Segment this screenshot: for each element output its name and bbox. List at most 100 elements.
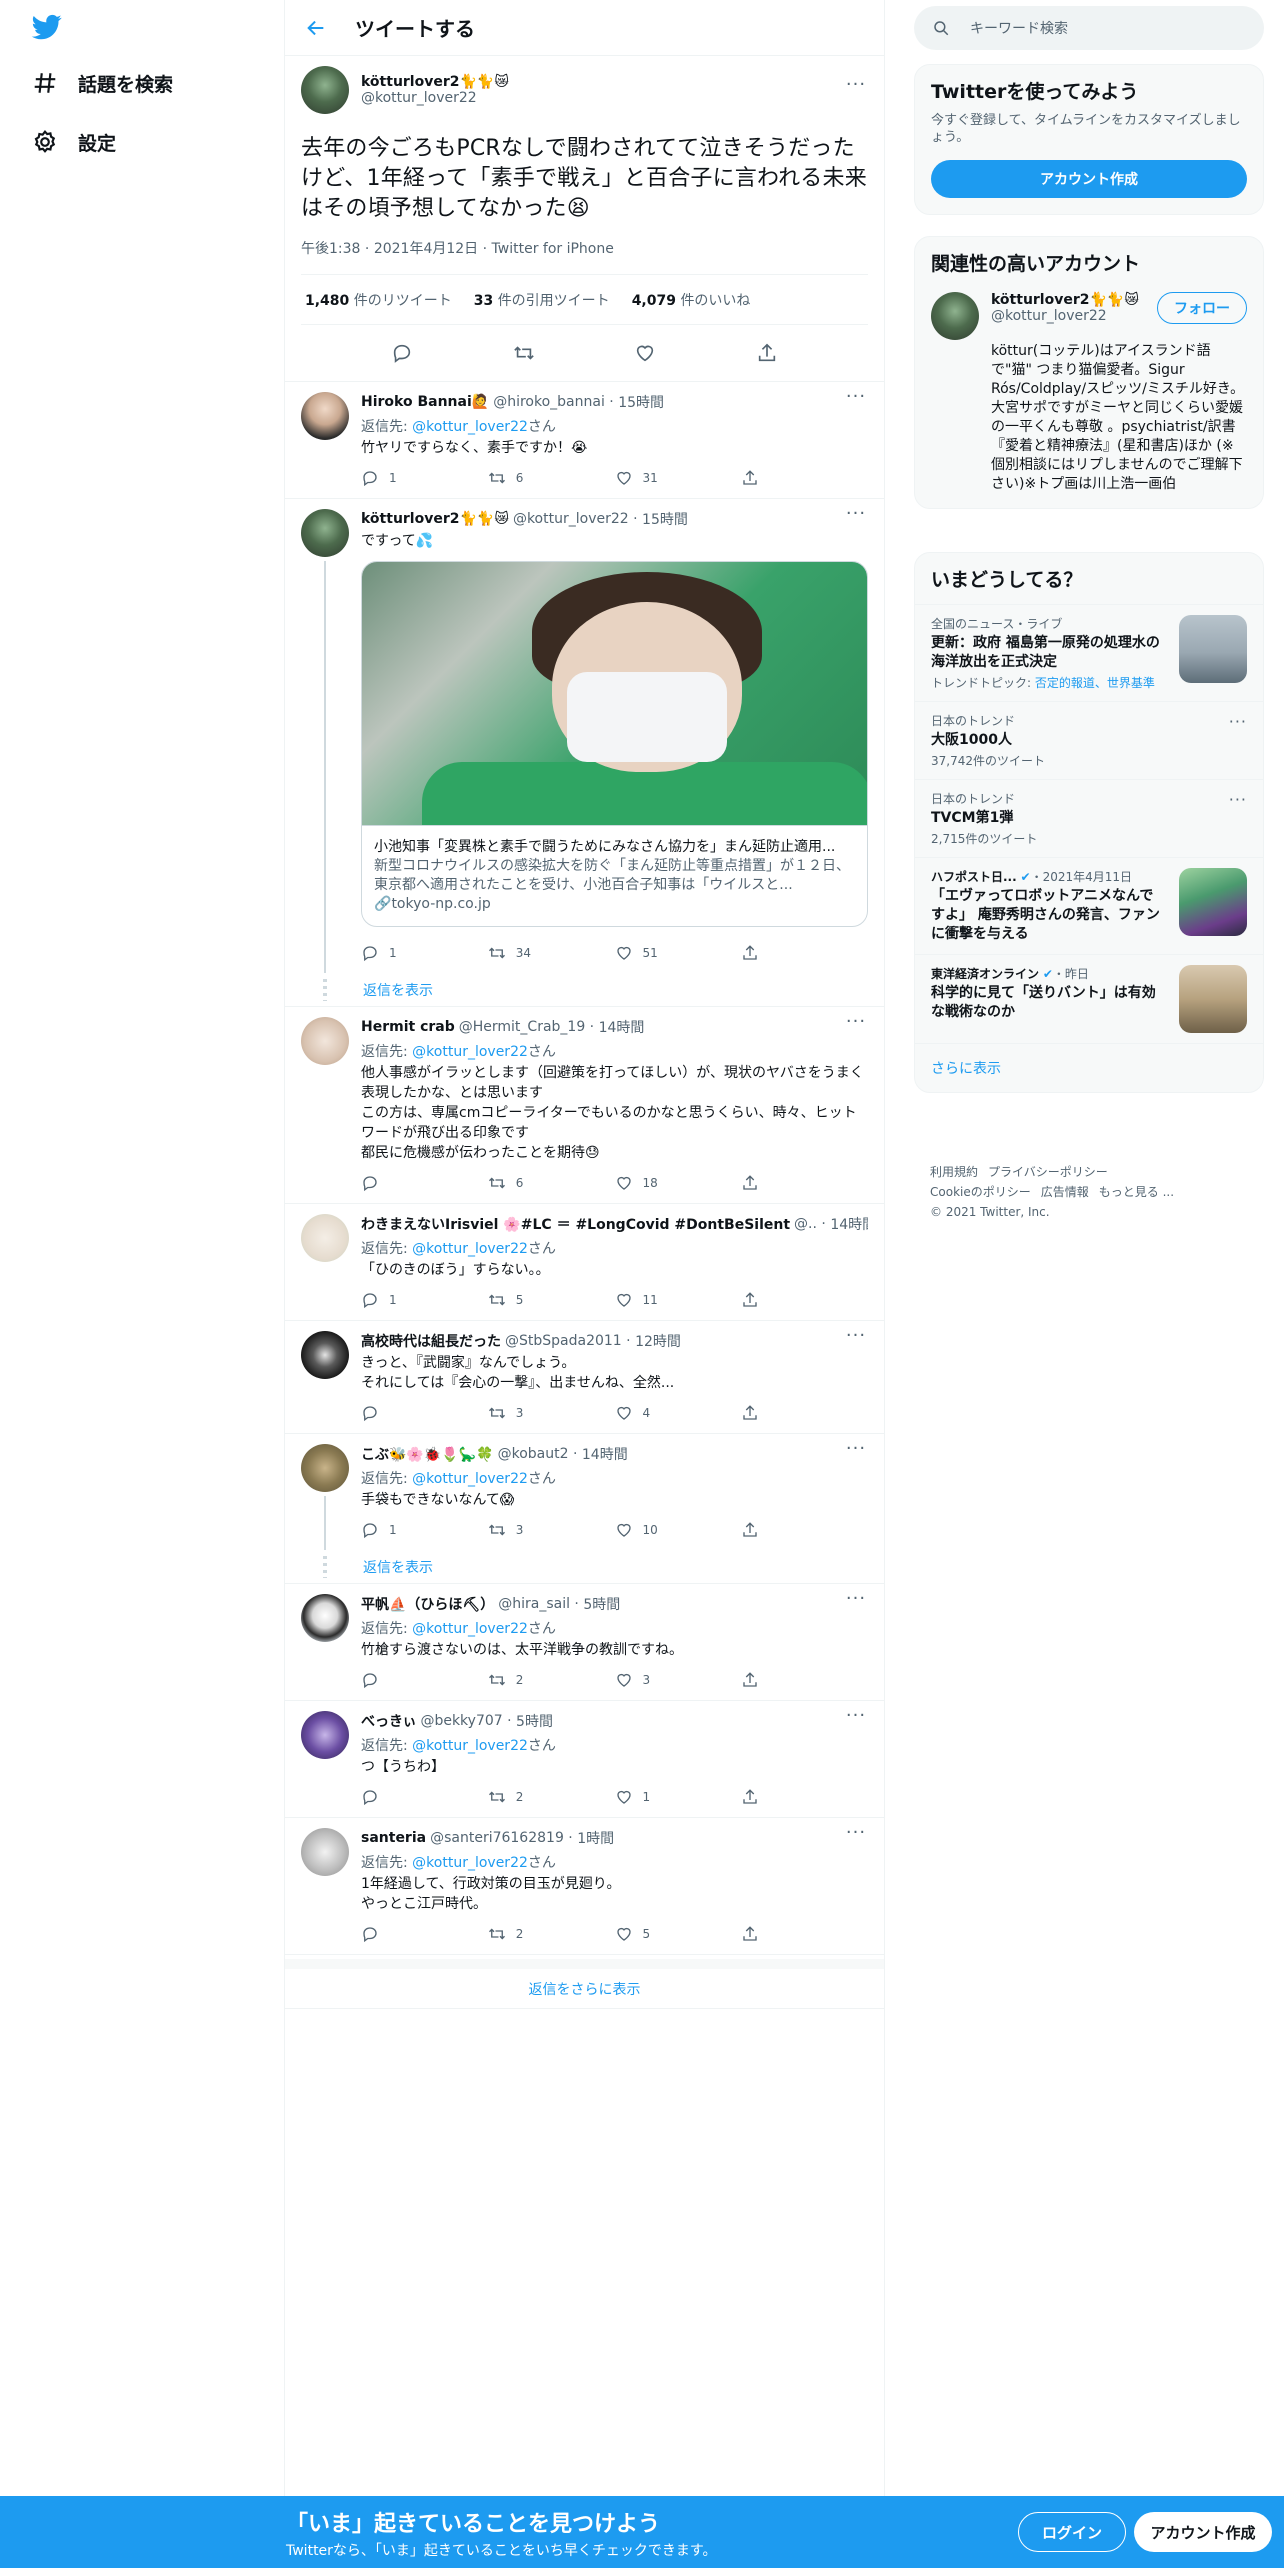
trend-item[interactable]: 全国のニュース・ライブ 更新：政府 福島第一原発の処理水の海洋放出を正式決定 ト… (915, 604, 1263, 701)
reply-button[interactable]: 1 (361, 1291, 488, 1309)
author-name[interactable]: Hiroko Bannai🙋 (361, 394, 489, 410)
footer-link[interactable]: Cookieのポリシー (930, 1185, 1031, 1199)
author-name[interactable]: こぶ🐝🌸🐞🌷🦕🍀 (361, 1444, 494, 1464)
author-handle[interactable]: @kottur_lover22 (361, 90, 509, 106)
avatar[interactable] (301, 66, 349, 114)
author-handle[interactable]: @hira_sail (498, 1596, 570, 1612)
avatar[interactable] (301, 1594, 349, 1642)
author-name[interactable]: べっきぃ (361, 1711, 416, 1731)
retweet-button[interactable]: 2 (488, 1788, 615, 1806)
author-name[interactable]: kötturlover2🐈🐈😿 (361, 74, 509, 90)
share-button[interactable] (741, 1404, 868, 1422)
author-name[interactable]: kötturlover2🐈🐈😿 (361, 511, 509, 527)
more-icon[interactable]: ··· (1229, 790, 1247, 809)
nav-settings[interactable]: 設定 (32, 122, 116, 162)
author-name[interactable]: santeria (361, 1830, 426, 1846)
share-button[interactable] (741, 1174, 868, 1192)
tweet-time[interactable]: 14時間 (830, 1214, 868, 1234)
avatar[interactable] (301, 509, 349, 557)
like-icon[interactable] (634, 342, 656, 364)
avatar[interactable] (301, 1017, 349, 1065)
like-button[interactable]: 5 (615, 1925, 742, 1943)
search-input[interactable]: キーワード検索 (914, 6, 1264, 50)
author-handle[interactable]: @StbSpada2011 (505, 1333, 622, 1349)
like-button[interactable]: 18 (615, 1174, 742, 1192)
more-icon[interactable]: ··· (844, 1828, 868, 1848)
reply-button[interactable] (361, 1404, 488, 1422)
footer-link[interactable]: 広告情報 (1041, 1185, 1089, 1199)
reply-tweet[interactable]: Hermit crab @Hermit_Crab_19 · 14時間 ··· 返信先… (285, 1007, 884, 1204)
trend-item[interactable]: 東洋経済オンライン ✔・昨日 科学的に見て「送りバント」は有効な戦術なのか (915, 954, 1263, 1043)
footer-link[interactable]: 利用規約 (930, 1165, 978, 1179)
tweet-time[interactable]: 1時間 (577, 1828, 614, 1848)
reply-to-user[interactable]: @kottur_lover22 (412, 1241, 528, 1257)
retweet-button[interactable]: 3 (488, 1521, 615, 1539)
twitter-logo-icon[interactable] (30, 12, 64, 42)
retweet-button[interactable]: 6 (488, 1174, 615, 1192)
tweet-client[interactable]: Twitter for iPhone (492, 241, 614, 257)
show-more-link[interactable]: さらに表示 (915, 1043, 1263, 1092)
trend-item[interactable]: ハフポスト日... ✔・2021年4月11日 「エヴァってロボットアニメなんです… (915, 857, 1263, 954)
author-handle[interactable]: @hiroko_bannai (493, 394, 605, 410)
share-button[interactable] (741, 1291, 868, 1309)
account-name[interactable]: kötturlover2🐈🐈😿 (991, 292, 1139, 308)
more-icon[interactable]: ··· (844, 1444, 868, 1464)
tweet-time[interactable]: 5時間 (583, 1594, 620, 1614)
more-icon[interactable]: ··· (844, 509, 868, 529)
reply-to-user[interactable]: @kottur_lover22 (412, 1621, 528, 1637)
link-card[interactable]: 小池知事「変異株と素手で闘うためにみなさん協力を」まん延防止適用... 新型コロ… (361, 561, 868, 927)
reply-to-user[interactable]: @kottur_lover22 (412, 1044, 528, 1060)
reply-tweet[interactable]: べっきぃ @bekky707 · 5時間 ··· 返信先: @kottur_love… (285, 1701, 884, 1818)
trend-item[interactable]: 日本のトレンド TVCM第1弾 2,715件のツイート ··· (915, 779, 1263, 857)
reply-button[interactable] (361, 1174, 488, 1192)
reply-to-user[interactable]: @kottur_lover22 (412, 1855, 528, 1871)
more-icon[interactable]: ··· (844, 1331, 868, 1351)
reply-to-user[interactable]: @kottur_lover22 (412, 1471, 528, 1487)
avatar[interactable] (931, 292, 979, 340)
like-button[interactable]: 4 (615, 1404, 742, 1422)
avatar[interactable] (301, 1444, 349, 1492)
author-handle[interactable]: @santeri76162819 (430, 1830, 564, 1846)
login-button[interactable]: ログイン (1018, 2512, 1126, 2552)
author-name[interactable]: Hermit crab (361, 1019, 455, 1035)
more-icon[interactable]: ··· (844, 1594, 868, 1614)
like-button[interactable]: 3 (615, 1671, 742, 1689)
tweet-time[interactable]: 午後1:38 (301, 241, 360, 257)
tweet-time[interactable]: 12時間 (635, 1331, 681, 1351)
author-handle[interactable]: @kottur_lover22 (513, 511, 629, 527)
like-button[interactable]: 31 (615, 469, 742, 487)
share-icon[interactable] (756, 342, 778, 364)
retweet-button[interactable]: 6 (488, 469, 615, 487)
like-stat[interactable]: 4,079 件のいいね (632, 290, 751, 310)
more-icon[interactable]: ··· (1229, 712, 1247, 731)
avatar[interactable] (301, 1331, 349, 1379)
footer-link[interactable]: もっと見る ... (1099, 1185, 1174, 1199)
retweet-stat[interactable]: 1,480 件のリツイート (305, 290, 452, 310)
nav-explore[interactable]: 話題を検索 (32, 63, 173, 103)
tweet-time[interactable]: 15時間 (618, 392, 664, 412)
more-icon[interactable]: ··· (844, 1017, 868, 1037)
retweet-button[interactable]: 5 (488, 1291, 615, 1309)
reply-button[interactable]: 1 (361, 469, 488, 487)
tweet-time[interactable]: 14時間 (599, 1017, 645, 1037)
share-button[interactable] (741, 1925, 868, 1943)
reply-tweet[interactable]: santeria @santeri76162819 · 1時間 ··· 返信先: @… (285, 1818, 884, 1955)
retweet-button[interactable]: 2 (488, 1671, 615, 1689)
avatar[interactable] (301, 1214, 349, 1262)
reply-button[interactable] (361, 1671, 488, 1689)
share-button[interactable] (741, 469, 868, 487)
avatar[interactable] (301, 1828, 349, 1876)
share-button[interactable] (741, 944, 868, 962)
retweet-button[interactable]: 2 (488, 1925, 615, 1943)
back-arrow-icon[interactable] (305, 17, 327, 39)
account-handle[interactable]: @kottur_lover22 (991, 308, 1139, 324)
avatar[interactable] (301, 1711, 349, 1759)
author-handle[interactable]: @bekky707 (420, 1713, 502, 1729)
more-icon[interactable]: ··· (844, 392, 868, 412)
reply-button[interactable]: 1 (361, 1521, 488, 1539)
reply-to-user[interactable]: @kottur_lover22 (412, 419, 528, 435)
like-button[interactable]: 51 (615, 944, 742, 962)
reply-button[interactable] (361, 1925, 488, 1943)
reply-icon[interactable] (391, 342, 413, 364)
share-button[interactable] (741, 1671, 868, 1689)
